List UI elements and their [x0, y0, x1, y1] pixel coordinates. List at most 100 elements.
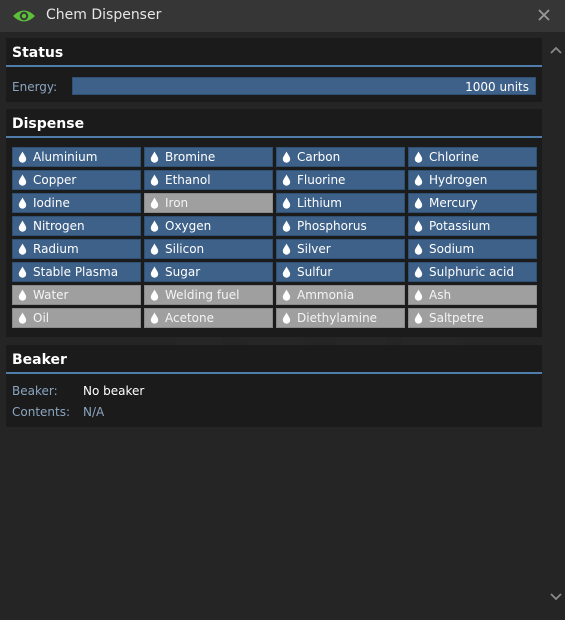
droplet-icon: [282, 174, 291, 186]
chemical-grid: Aluminium Bromine Carbon Chlorine Copper Etha…: [12, 147, 537, 328]
dispense-carbon-button[interactable]: Carbon: [276, 147, 405, 167]
scroll-up-icon[interactable]: [549, 45, 563, 55]
droplet-icon: [150, 289, 159, 301]
dispense-chlorine-button[interactable]: Chlorine: [408, 147, 537, 167]
status-section: Status Energy: 1000 units: [6, 38, 542, 102]
chemical-label: Sugar: [165, 265, 201, 279]
window-title: Chem Dispenser: [46, 7, 162, 23]
scroll-down-icon[interactable]: [549, 592, 563, 602]
dispense-ethanol-button[interactable]: Ethanol: [144, 170, 273, 190]
chemical-label: Iodine: [33, 196, 70, 210]
chemical-label: Stable Plasma: [33, 265, 119, 279]
chemical-label: Carbon: [297, 150, 341, 164]
droplet-icon: [18, 266, 27, 278]
dispense-bromine-button[interactable]: Bromine: [144, 147, 273, 167]
dispense-silicon-button[interactable]: Silicon: [144, 239, 273, 259]
droplet-icon: [282, 220, 291, 232]
dispense-phosphorus-button[interactable]: Phosphorus: [276, 216, 405, 236]
droplet-icon: [282, 243, 291, 255]
beaker-value: No beaker: [83, 384, 145, 398]
dispense-sulphuric-acid-button[interactable]: Sulphuric acid: [408, 262, 537, 282]
dispense-sulfur-button[interactable]: Sulfur: [276, 262, 405, 282]
dispense-fluorine-button[interactable]: Fluorine: [276, 170, 405, 190]
dispense-saltpetre-button[interactable]: Saltpetre: [408, 308, 537, 328]
chemical-label: Sulphuric acid: [429, 265, 514, 279]
droplet-icon: [414, 151, 423, 163]
chemical-label: Nitrogen: [33, 219, 85, 233]
dispense-copper-button[interactable]: Copper: [12, 170, 141, 190]
dispense-oxygen-button[interactable]: Oxygen: [144, 216, 273, 236]
dispense-diethylamine-button[interactable]: Diethylamine: [276, 308, 405, 328]
window-titlebar: Chem Dispenser: [0, 0, 565, 32]
dispense-water-button[interactable]: Water: [12, 285, 141, 305]
chemical-label: Welding fuel: [165, 288, 240, 302]
droplet-icon: [18, 220, 27, 232]
droplet-icon: [150, 266, 159, 278]
droplet-icon: [282, 266, 291, 278]
chemical-label: Saltpetre: [429, 311, 484, 325]
chemical-label: Sodium: [429, 242, 475, 256]
droplet-icon: [150, 151, 159, 163]
droplet-icon: [150, 220, 159, 232]
droplet-icon: [150, 197, 159, 209]
droplet-icon: [18, 151, 27, 163]
beaker-label: Beaker:: [12, 384, 58, 398]
chemical-label: Hydrogen: [429, 173, 488, 187]
dispense-hydrogen-button[interactable]: Hydrogen: [408, 170, 537, 190]
droplet-icon: [18, 312, 27, 324]
dispense-ash-button[interactable]: Ash: [408, 285, 537, 305]
droplet-icon: [414, 312, 423, 324]
droplet-icon: [18, 289, 27, 301]
dispense-radium-button[interactable]: Radium: [12, 239, 141, 259]
chemical-label: Phosphorus: [297, 219, 367, 233]
dispense-mercury-button[interactable]: Mercury: [408, 193, 537, 213]
dispense-lithium-button[interactable]: Lithium: [276, 193, 405, 213]
droplet-icon: [282, 151, 291, 163]
chemical-label: Silver: [297, 242, 331, 256]
chemical-label: Aluminium: [33, 150, 98, 164]
droplet-icon: [18, 197, 27, 209]
contents-label: Contents:: [12, 405, 71, 419]
chemical-label: Mercury: [429, 196, 478, 210]
chemical-label: Water: [33, 288, 69, 302]
droplet-icon: [282, 289, 291, 301]
dispense-acetone-button[interactable]: Acetone: [144, 308, 273, 328]
status-title: Status: [6, 38, 542, 67]
dispense-welding-fuel-button[interactable]: Welding fuel: [144, 285, 273, 305]
droplet-icon: [18, 174, 27, 186]
chemical-label: Ethanol: [165, 173, 211, 187]
chemical-label: Iron: [165, 196, 189, 210]
chemical-label: Copper: [33, 173, 77, 187]
dispense-nitrogen-button[interactable]: Nitrogen: [12, 216, 141, 236]
chemical-label: Ash: [429, 288, 452, 302]
dispense-section: Dispense Aluminium Bromine Carbon Chlorine C…: [6, 109, 542, 337]
eye-icon: [13, 10, 35, 22]
droplet-icon: [150, 312, 159, 324]
chemical-label: Radium: [33, 242, 79, 256]
dispense-aluminium-button[interactable]: Aluminium: [12, 147, 141, 167]
dispense-sugar-button[interactable]: Sugar: [144, 262, 273, 282]
chemical-label: Diethylamine: [297, 311, 378, 325]
beaker-section: Beaker Beaker: No beaker Contents: N/A: [6, 345, 542, 427]
dispense-silver-button[interactable]: Silver: [276, 239, 405, 259]
dispense-sodium-button[interactable]: Sodium: [408, 239, 537, 259]
beaker-title: Beaker: [6, 345, 542, 374]
chemical-label: Potassium: [429, 219, 491, 233]
dispense-oil-button[interactable]: Oil: [12, 308, 141, 328]
contents-value: N/A: [83, 405, 105, 419]
energy-bar: 1000 units: [72, 77, 536, 95]
dispense-iron-button[interactable]: Iron: [144, 193, 273, 213]
droplet-icon: [414, 220, 423, 232]
chemical-label: Oxygen: [165, 219, 212, 233]
dispense-ammonia-button[interactable]: Ammonia: [276, 285, 405, 305]
droplet-icon: [150, 243, 159, 255]
droplet-icon: [414, 243, 423, 255]
dispense-potassium-button[interactable]: Potassium: [408, 216, 537, 236]
droplet-icon: [414, 197, 423, 209]
droplet-icon: [150, 174, 159, 186]
droplet-icon: [414, 266, 423, 278]
dispense-iodine-button[interactable]: Iodine: [12, 193, 141, 213]
dispense-stable-plasma-button[interactable]: Stable Plasma: [12, 262, 141, 282]
close-icon[interactable]: [537, 8, 551, 22]
chemical-label: Lithium: [297, 196, 342, 210]
